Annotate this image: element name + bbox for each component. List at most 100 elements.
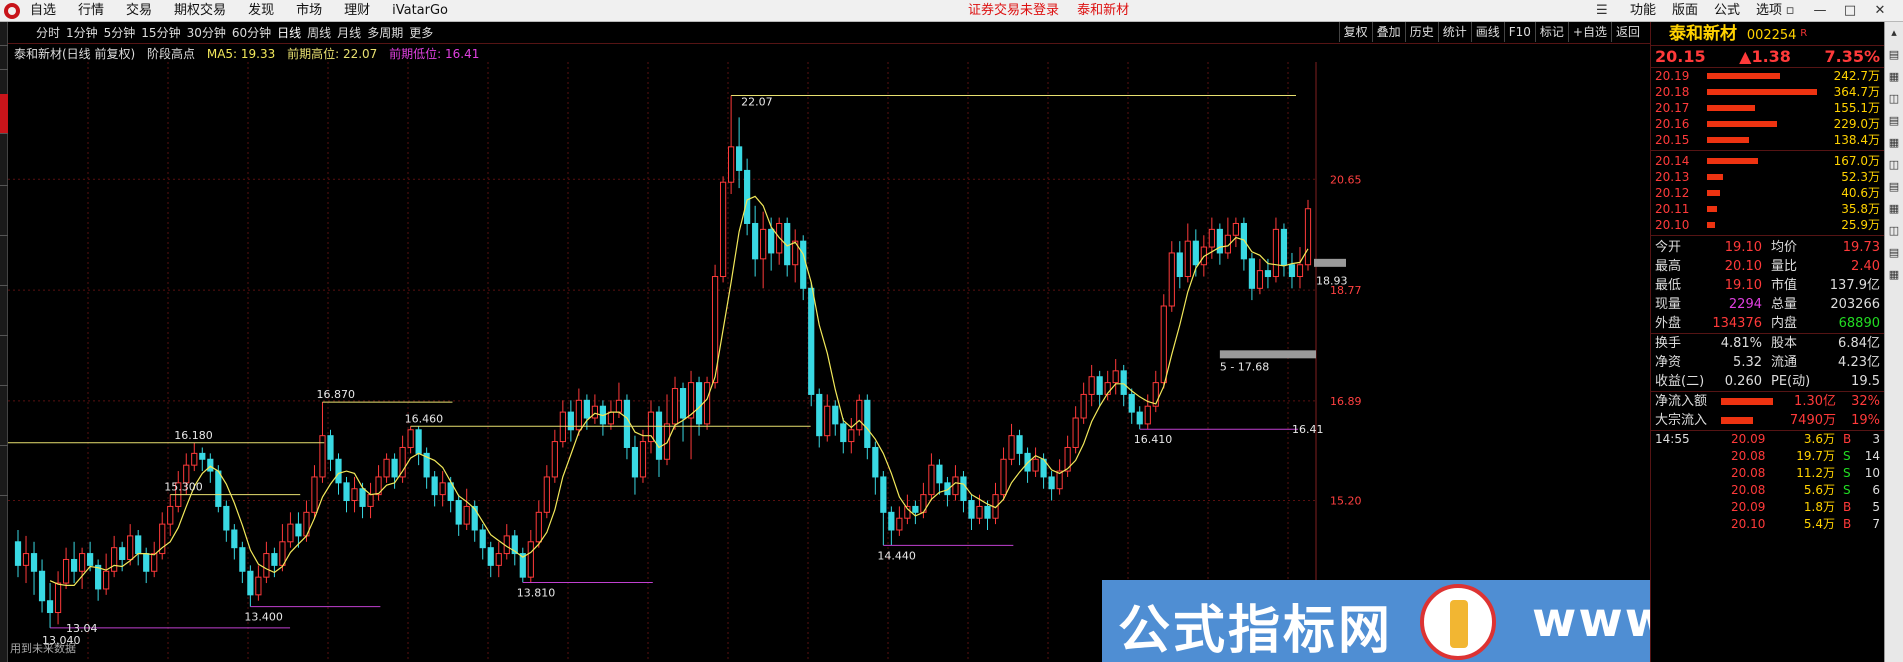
kline-chart[interactable]: 20.65 18.77 16.89 15.20 22.07 16.870 16.460 16.…: [8, 62, 1650, 662]
bid-level-row[interactable]: 20.13 52.3万: [1651, 169, 1884, 185]
tool-tongji[interactable]: 统计: [1437, 22, 1471, 42]
period-weekly[interactable]: 周线: [307, 22, 331, 44]
period-more[interactable]: 更多: [409, 22, 433, 44]
menu-item-zixuan[interactable]: 自选: [30, 0, 56, 22]
period-toolbar: 分时 1分钟 5分钟 15分钟 30分钟 60分钟 日线 周线 月线 多周期 更…: [8, 22, 1650, 44]
tool-fuquan[interactable]: 复权: [1338, 22, 1372, 42]
strip-chart-icon[interactable]: ▦: [1885, 264, 1903, 286]
bid-level-row[interactable]: 20.11 35.8万: [1651, 201, 1884, 217]
strip-chart-icon[interactable]: ◫: [1885, 88, 1903, 110]
menu-item-shichang[interactable]: 市场: [296, 0, 322, 22]
period-multi[interactable]: 多周期: [367, 22, 403, 44]
strip-chart-icon[interactable]: ▤: [1885, 176, 1903, 198]
level-label: 5 - 17.68: [1220, 360, 1269, 373]
menu-item-ivatargo[interactable]: iVatarGo: [392, 0, 448, 22]
left-tab[interactable]: [0, 422, 8, 446]
stat-label: 内盘: [1771, 316, 1798, 331]
bid-level-row[interactable]: 20.12 40.6万: [1651, 185, 1884, 201]
ask-level-row[interactable]: 20.15 138.4万: [1651, 132, 1884, 148]
minimize-icon[interactable]: —: [1805, 0, 1835, 22]
close-icon[interactable]: ✕: [1865, 0, 1895, 22]
period-15min[interactable]: 15分钟: [141, 22, 180, 44]
left-tab[interactable]: [0, 46, 8, 70]
stock-name[interactable]: 泰和新材: [1669, 24, 1737, 44]
menu-item-faxian[interactable]: 发现: [248, 0, 274, 22]
strip-chart-icon[interactable]: ◫: [1885, 154, 1903, 176]
stat-value: 4.23亿: [1838, 355, 1880, 370]
left-tab[interactable]: [0, 162, 8, 186]
candle-body: [271, 553, 278, 566]
tool-back[interactable]: 返回: [1610, 22, 1644, 42]
indicator-name[interactable]: 阶段高点: [147, 47, 195, 61]
candle-body: [1088, 376, 1095, 395]
left-tab[interactable]: [0, 312, 8, 336]
bid-level-row[interactable]: 20.14 167.0万: [1651, 153, 1884, 169]
left-tab[interactable]: [0, 262, 8, 286]
trade-price: 20.09: [1731, 432, 1766, 446]
period-monthly[interactable]: 月线: [337, 22, 361, 44]
menu-item-banmian[interactable]: 版面: [1672, 0, 1698, 22]
stat-value: 134376: [1712, 316, 1762, 331]
period-30min[interactable]: 30分钟: [187, 22, 226, 44]
strip-chart-icon[interactable]: ▤: [1885, 242, 1903, 264]
tool-add-watchlist[interactable]: +自选: [1567, 22, 1611, 42]
stat-value: 203266: [1830, 297, 1880, 312]
menu-item-gongneng[interactable]: 功能: [1630, 0, 1656, 22]
left-tab[interactable]: [0, 22, 8, 46]
period-tabs: 分时 1分钟 5分钟 15分钟 30分钟 60分钟 日线 周线 月线 多周期 更…: [36, 22, 439, 44]
ask-level-row[interactable]: 20.17 155.1万: [1651, 100, 1884, 116]
menu-item-licai[interactable]: 理财: [344, 0, 370, 22]
bid-price: 20.13: [1655, 170, 1690, 184]
level-label: 13.810: [517, 586, 556, 599]
candle-body: [1032, 458, 1039, 472]
trade-volume: 19.7万: [1796, 449, 1835, 463]
ma5-line: [49, 195, 1309, 587]
period-60min[interactable]: 60分钟: [232, 22, 271, 44]
strip-chart-icon[interactable]: ▦: [1885, 198, 1903, 220]
stat-label: 总量: [1771, 297, 1798, 312]
period-1min[interactable]: 1分钟: [66, 22, 98, 44]
strip-up-icon[interactable]: ▴: [1885, 22, 1903, 44]
menu-item-jiaoyi[interactable]: 交易: [126, 0, 152, 22]
left-tab[interactable]: [0, 472, 8, 496]
bid-level-row[interactable]: 20.10 25.9万: [1651, 217, 1884, 233]
left-tab-active[interactable]: [0, 94, 8, 134]
menu-item-hangqing[interactable]: 行情: [78, 0, 104, 22]
period-daily[interactable]: 日线: [277, 22, 301, 44]
left-tab[interactable]: [0, 212, 8, 236]
candle-body: [295, 523, 302, 537]
strip-chart-icon[interactable]: ▤: [1885, 44, 1903, 66]
strip-chart-icon[interactable]: ◫: [1885, 220, 1903, 242]
strip-chart-icon[interactable]: ▦: [1885, 66, 1903, 88]
ask-level-row[interactable]: 20.16 229.0万: [1651, 116, 1884, 132]
candle-body: [800, 240, 807, 289]
tool-diejia[interactable]: 叠加: [1371, 22, 1405, 42]
kline-chart-svg[interactable]: 20.6518.7716.8915.2022.0716.87016.46016.…: [8, 62, 1650, 662]
strip-chart-icon[interactable]: ▤: [1885, 110, 1903, 132]
candle-body: [760, 228, 767, 260]
period-fenshi[interactable]: 分时: [36, 22, 60, 44]
ask-level-row[interactable]: 20.18 364.7万: [1651, 84, 1884, 100]
restore-icon[interactable]: ▫: [1775, 0, 1805, 22]
stat-label: 收益(二): [1655, 374, 1705, 389]
maximize-icon[interactable]: □: [1835, 0, 1865, 22]
candle-body: [736, 146, 743, 171]
tool-huaxian[interactable]: 画线: [1470, 22, 1504, 42]
candle-body: [367, 494, 374, 507]
period-5min[interactable]: 5分钟: [104, 22, 136, 44]
candle-body: [351, 488, 358, 502]
tool-lishi[interactable]: 历史: [1404, 22, 1438, 42]
candle-body: [1128, 393, 1135, 413]
login-status-text[interactable]: 证券交易未登录: [968, 3, 1059, 18]
ask-level-row[interactable]: 20.19 242.7万: [1651, 68, 1884, 84]
tool-biaoji[interactable]: 标记: [1534, 22, 1568, 42]
left-tab[interactable]: [0, 362, 8, 386]
menu-item-gongshi[interactable]: 公式: [1714, 0, 1740, 22]
stat-row: 最高 20.10 量比 2.40: [1651, 257, 1884, 276]
candle-body: [551, 441, 558, 478]
menu-item-qiquan[interactable]: 期权交易: [174, 0, 226, 22]
menu-list-icon[interactable]: ☰: [1596, 0, 1614, 22]
candle-body: [567, 411, 574, 431]
strip-chart-icon[interactable]: ▦: [1885, 132, 1903, 154]
tool-f10[interactable]: F10: [1503, 22, 1535, 42]
